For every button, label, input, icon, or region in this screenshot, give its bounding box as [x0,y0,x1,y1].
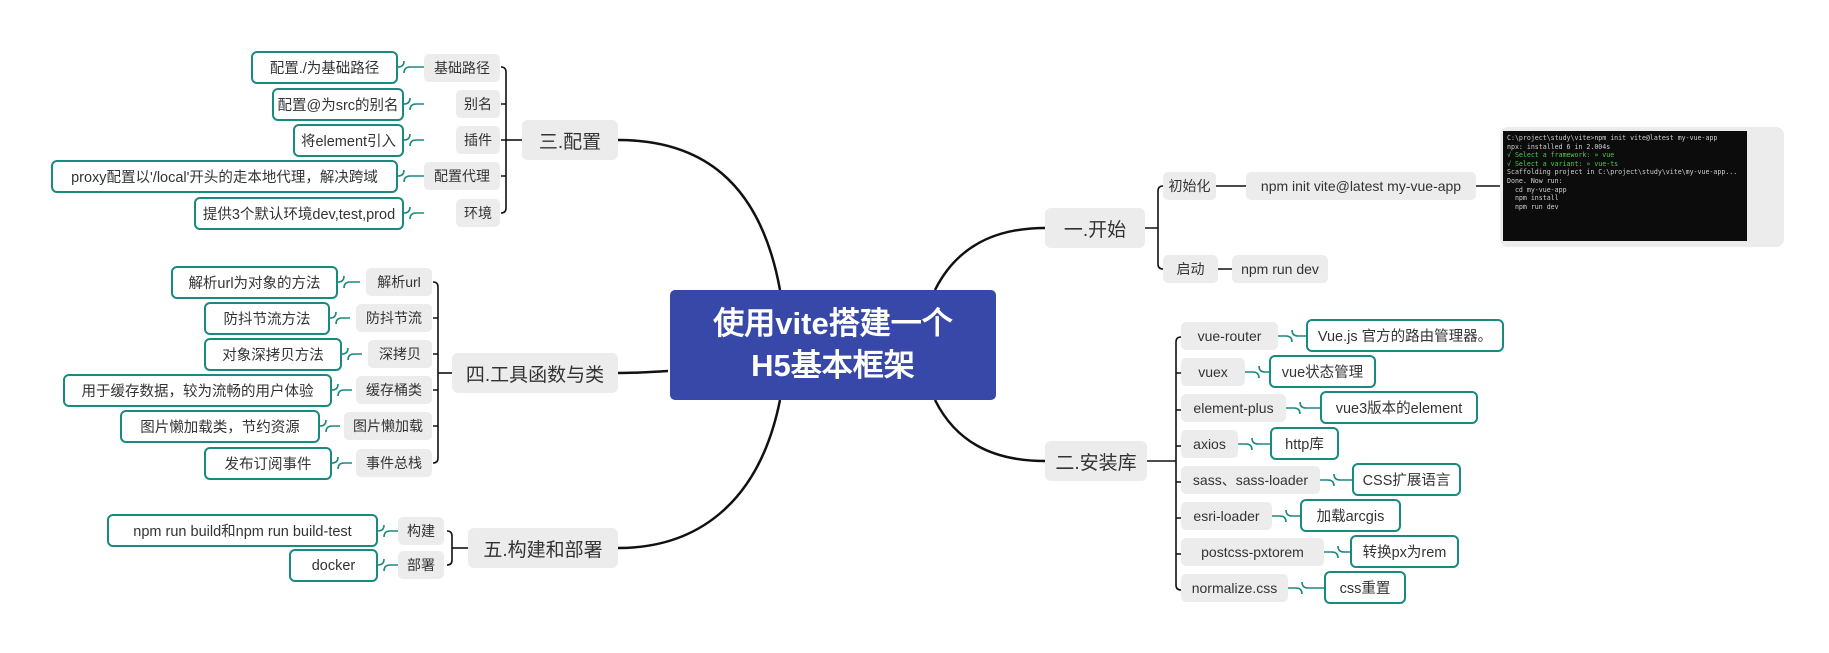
libs-leaf-postcss-pxtorem[interactable]: 转换px为rem [1350,535,1459,568]
terminal-screenshot: C:\project\study\vite>npm init vite@late… [1503,131,1747,241]
libs-item-normalize[interactable]: normalize.css [1181,574,1288,602]
libs-item-vue-router[interactable]: vue-router [1181,322,1278,350]
config-item-base-path[interactable]: 基础路径 [424,54,500,82]
branch-config[interactable]: 三.配置 [522,120,618,160]
terminal-line: cd my-vue-app [1507,185,1567,194]
utils-item-deep-copy[interactable]: 深拷贝 [368,340,432,368]
connector-utils [617,369,669,375]
libs-item-postcss-pxtorem[interactable]: postcss-pxtorem [1181,538,1324,566]
utils-leaf-lazyload[interactable]: 图片懒加载类，节约资源 [120,410,320,443]
libs-item-element-plus[interactable]: element-plus [1181,394,1286,422]
build-leaf-deploy[interactable]: docker [289,549,378,582]
connector-config [617,138,782,291]
start-item-run[interactable]: 启动 [1163,255,1218,283]
central-topic[interactable]: 使用vite搭建一个 H5基本框架 [670,290,996,400]
config-leaf-alias[interactable]: 配置@为src的别名 [272,88,404,121]
utils-item-cache[interactable]: 缓存桶类 [356,376,432,404]
terminal-line: npx: installed 6 in 2.004s [1507,142,1611,151]
build-item-deploy[interactable]: 部署 [398,551,444,579]
mindmap-canvas: 使用vite搭建一个 H5基本框架 三.配置 基础路径 别名 插件 配置代理 环… [0,0,1829,653]
terminal-line: √ Select a framework: » vue [1507,151,1615,160]
utils-item-lazyload[interactable]: 图片懒加载 [344,412,432,440]
terminal-line: npm install [1507,194,1559,203]
central-topic-line1: 使用vite搭建一个 [713,306,953,341]
config-leaf-plugin[interactable]: 将element引入 [293,124,404,157]
libs-item-vuex[interactable]: vuex [1181,358,1245,386]
build-item-build[interactable]: 构建 [398,517,444,545]
build-leaf-build[interactable]: npm run build和npm run build-test [107,514,378,547]
config-leaf-env[interactable]: 提供3个默认环境dev,test,prod [194,197,404,230]
utils-item-eventbus[interactable]: 事件总栈 [356,449,432,477]
libs-leaf-esri-loader[interactable]: 加载arcgis [1300,499,1401,532]
central-topic-line2: H5基本框架 [751,348,915,383]
connector-libs [933,399,1046,463]
terminal-line: Done. Now run: [1507,176,1563,185]
libs-item-axios[interactable]: axios [1181,430,1238,458]
branch-build[interactable]: 五.构建和部署 [468,528,618,568]
utils-leaf-eventbus[interactable]: 发布订阅事件 [204,447,332,480]
config-leaf-proxy[interactable]: proxy配置以'/local'开头的走本地代理，解决跨域 [51,160,398,193]
terminal-line: √ Select a variant: » vue-ts [1507,159,1619,168]
terminal-line: npm run dev [1507,202,1559,211]
branch-start[interactable]: 一.开始 [1045,208,1145,248]
start-item-init[interactable]: 初始化 [1163,172,1216,200]
config-leaf-base-path[interactable]: 配置./为基础路径 [251,51,398,84]
start-init-command[interactable]: npm init vite@latest my-vue-app [1246,172,1476,200]
terminal-line: C:\project\study\vite>npm init vite@late… [1507,134,1718,142]
libs-leaf-element-plus[interactable]: vue3版本的element [1320,391,1478,424]
start-run-command[interactable]: npm run dev [1232,255,1328,283]
utils-item-debounce[interactable]: 防抖节流 [356,304,432,332]
libs-leaf-vue-router[interactable]: Vue.js 官方的路由管理器。 [1306,319,1504,352]
utils-item-parse-url[interactable]: 解析url [366,268,432,296]
libs-leaf-normalize[interactable]: css重置 [1324,571,1406,604]
branch-utils[interactable]: 四.工具函数与类 [452,353,618,393]
libs-leaf-sass[interactable]: CSS扩展语言 [1352,463,1461,496]
libs-leaf-axios[interactable]: http库 [1270,427,1339,460]
terminal-line: Scaffolding project in C:\project\study\… [1507,168,1738,177]
config-item-proxy[interactable]: 配置代理 [424,162,500,190]
config-item-alias[interactable]: 别名 [456,90,500,118]
utils-leaf-cache[interactable]: 用于缓存数据，较为流畅的用户体验 [63,374,332,407]
connector-start [933,226,1046,291]
utils-leaf-debounce[interactable]: 防抖节流方法 [204,302,330,335]
libs-leaf-vuex[interactable]: vue状态管理 [1269,355,1376,388]
utils-leaf-deep-copy[interactable]: 对象深拷贝方法 [204,338,342,371]
config-item-env[interactable]: 环境 [456,199,500,227]
connector-build [617,399,782,550]
libs-item-esri-loader[interactable]: esri-loader [1181,502,1272,530]
utils-leaf-parse-url[interactable]: 解析url为对象的方法 [171,266,338,299]
branch-libs[interactable]: 二.安装库 [1045,441,1147,481]
config-item-plugin[interactable]: 插件 [456,126,500,154]
libs-item-sass[interactable]: sass、sass-loader [1181,466,1320,494]
